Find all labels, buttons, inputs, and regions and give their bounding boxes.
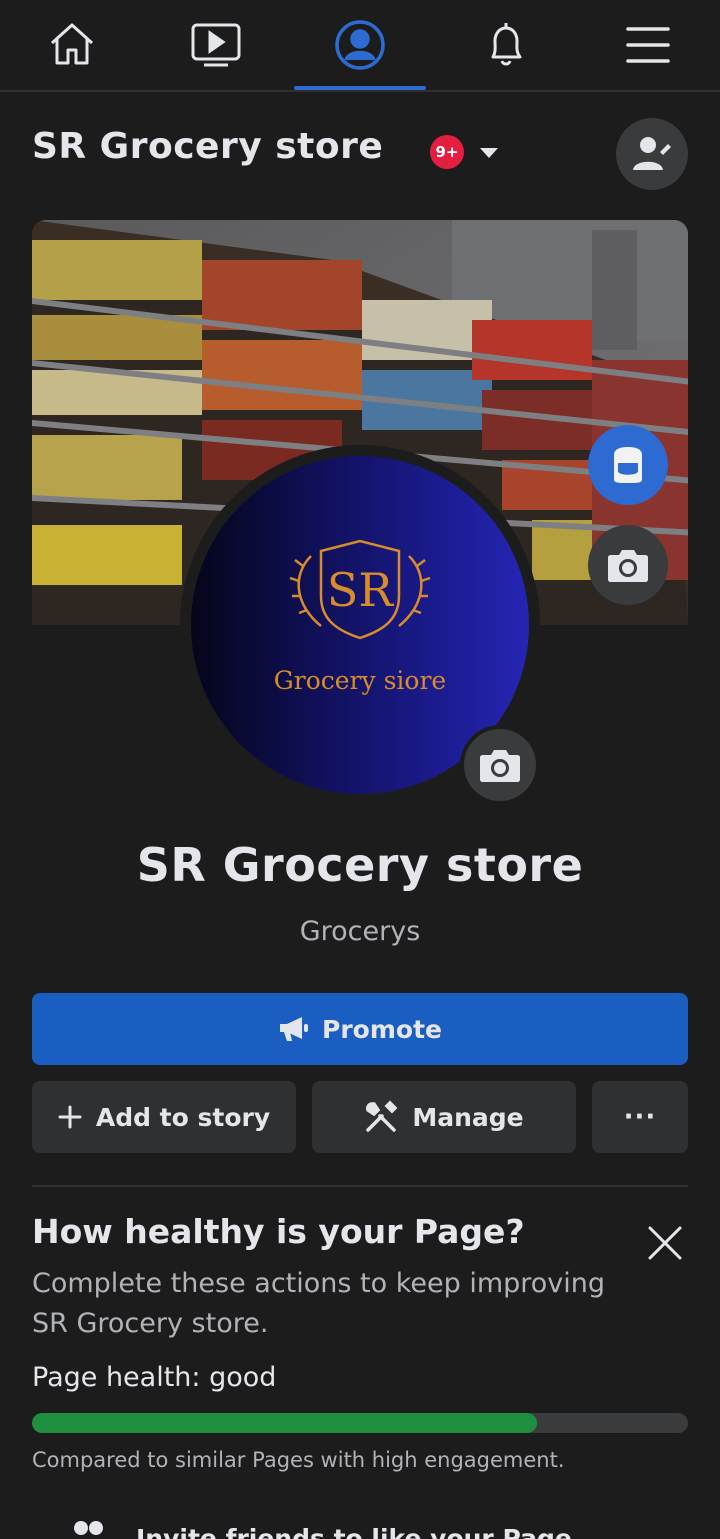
manage-button[interactable]: Manage <box>312 1081 576 1153</box>
top-navigation-bar <box>0 0 720 92</box>
health-card-title: How healthy is your Page? <box>32 1212 525 1251</box>
create-avatar-button[interactable] <box>588 425 668 505</box>
promote-button[interactable]: Promote <box>32 993 688 1065</box>
profile-icon <box>335 20 385 70</box>
person-switch-icon <box>633 137 671 170</box>
page-health-status: Page health: good <box>32 1362 277 1393</box>
page-header: SR Grocery store 9+ <box>32 118 688 190</box>
add-to-story-label: Add to story <box>95 1102 271 1132</box>
add-to-story-button[interactable]: Add to story <box>32 1081 296 1153</box>
tools-icon <box>366 1100 398 1132</box>
camera-icon <box>608 550 648 582</box>
page-health-progress-fill <box>32 1413 538 1433</box>
health-card-description: Complete these actions to keep improving… <box>32 1268 606 1339</box>
camera-icon <box>480 750 520 782</box>
more-options-button[interactable]: ··· <box>592 1081 688 1153</box>
chevron-down-icon[interactable] <box>480 148 498 158</box>
edit-cover-photo-button[interactable] <box>588 525 668 605</box>
more-dots-icon: ··· <box>623 1102 657 1132</box>
section-divider <box>32 1185 688 1187</box>
nav-notifications[interactable] <box>440 0 572 90</box>
watch-video-icon <box>191 23 241 67</box>
logo-caption: Grocery siore <box>273 666 447 695</box>
people-icon <box>74 1521 103 1535</box>
home-icon <box>50 23 94 65</box>
health-card-close-button[interactable] <box>640 1218 690 1268</box>
edit-profile-picture-button[interactable] <box>460 725 540 805</box>
notification-badge: 9+ <box>430 135 464 169</box>
megaphone-icon <box>280 1017 309 1041</box>
page-name-switcher[interactable]: SR Grocery store <box>32 126 383 167</box>
invite-friends-row[interactable]: Invite friends to like your Page <box>60 1512 660 1539</box>
invite-friends-label: Invite friends to like your Page <box>136 1524 572 1539</box>
notifications-bell-icon <box>491 23 522 66</box>
nav-menu[interactable] <box>582 0 714 90</box>
page-title: SR Grocery store <box>136 838 584 892</box>
avatar-icon <box>614 447 642 483</box>
menu-hamburger-icon <box>626 27 670 63</box>
nav-profile[interactable] <box>294 0 426 90</box>
logo-monogram: SR <box>327 563 395 617</box>
page-health-progress-bar <box>32 1413 688 1433</box>
health-comparison-note: Compared to similar Pages with high enga… <box>32 1448 565 1472</box>
page-category[interactable]: Grocerys <box>0 916 720 947</box>
nav-watch[interactable] <box>150 0 282 90</box>
promote-label: Promote <box>322 1014 442 1044</box>
close-icon <box>648 1226 682 1260</box>
nav-home[interactable] <box>6 0 138 90</box>
active-tab-indicator <box>294 86 426 90</box>
switch-profile-button[interactable] <box>616 118 688 190</box>
plus-icon <box>58 1105 82 1129</box>
manage-label: Manage <box>412 1102 524 1132</box>
